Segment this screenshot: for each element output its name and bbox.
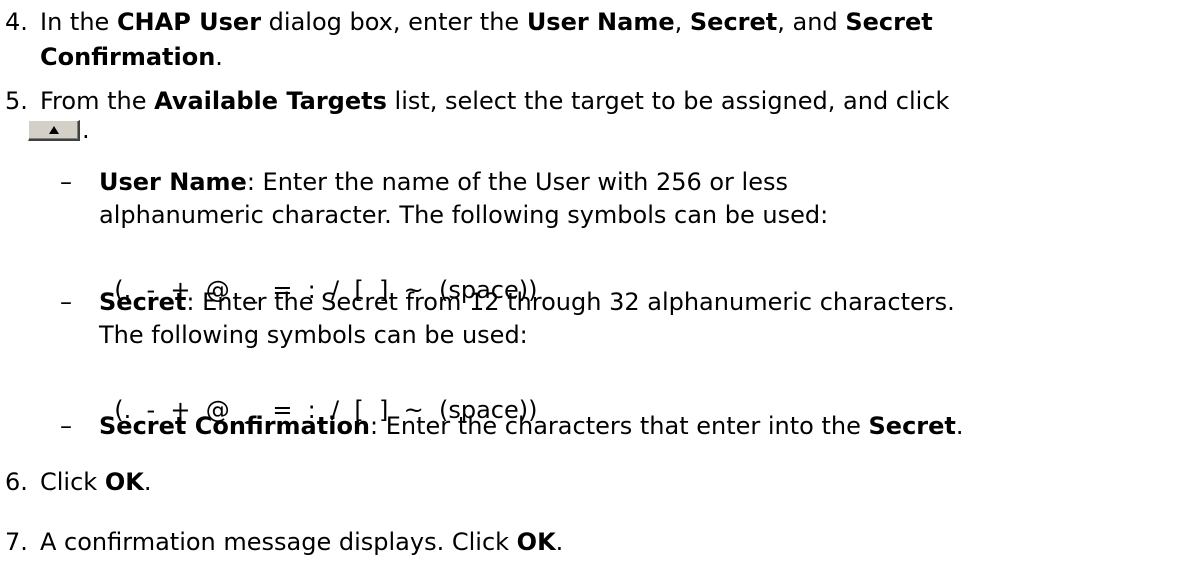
step-5-text: From the Available Targets list, select … — [40, 86, 949, 116]
text: In the — [40, 8, 117, 36]
text: . — [955, 412, 964, 440]
bold-term: Secret — [99, 288, 187, 316]
text: : Enter the characters that enter into t… — [370, 412, 869, 440]
text: . — [143, 468, 152, 496]
bold-term: Confirmation — [40, 43, 216, 71]
text: , and — [777, 8, 846, 36]
step-7-text: A confirmation message displays. Click O… — [40, 527, 563, 557]
step-4-text: In the CHAP User dialog box, enter the U… — [40, 7, 933, 37]
bullet-text: User Name: Enter the name of the User wi… — [99, 167, 788, 197]
step-number: 6. — [5, 468, 28, 496]
text: Click — [40, 468, 105, 496]
step-5-period: . — [82, 116, 90, 144]
text: : Enter the name of the User with 256 or… — [246, 168, 788, 196]
bold-term: Secret — [868, 412, 956, 440]
bullet-secret-line-2: The following symbols can be used: — [99, 320, 528, 350]
step-number: 7. — [5, 528, 28, 556]
step-number: 5. — [5, 87, 28, 115]
bold-term: OK — [104, 468, 144, 496]
text: From the — [40, 87, 155, 115]
text: dialog box, enter the — [261, 8, 527, 36]
bold-term: CHAP User — [116, 8, 262, 36]
bold-term: Secret Confirmation — [99, 412, 371, 440]
bold-term: Secret — [689, 8, 778, 36]
bold-term: Available Targets — [154, 87, 387, 115]
text: A confirmation message displays. Click — [40, 528, 517, 556]
bold-term: OK — [516, 528, 556, 556]
bullet-dash: – — [60, 288, 72, 316]
move-up-button[interactable] — [28, 120, 80, 141]
bullet-dash: – — [60, 168, 72, 196]
bold-term: Secret — [845, 8, 933, 36]
text: alphanumeric character. The following sy… — [99, 201, 829, 229]
text: list, select the target to be assigned, … — [386, 87, 950, 115]
text: : Enter the Secret from 12 through 32 al… — [186, 288, 955, 316]
bullet-text: Secret: Enter the Secret from 12 through… — [99, 287, 955, 317]
step-6-text: Click OK. — [40, 467, 151, 497]
step-4-line-2: Confirmation. — [40, 42, 223, 72]
step-number: 4. — [5, 8, 28, 36]
text: The following symbols can be used: — [99, 321, 528, 349]
bullet-dash: – — [60, 412, 72, 440]
text: , — [674, 8, 690, 36]
bullet-text: Secret Confirmation: Enter the character… — [99, 411, 964, 441]
bold-term: User Name — [99, 168, 247, 196]
bold-term: User Name — [526, 8, 675, 36]
bullet-user-name-line-2: alphanumeric character. The following sy… — [99, 200, 828, 230]
text: . — [215, 43, 223, 71]
up-arrow-icon — [49, 126, 59, 134]
text: . — [555, 528, 564, 556]
